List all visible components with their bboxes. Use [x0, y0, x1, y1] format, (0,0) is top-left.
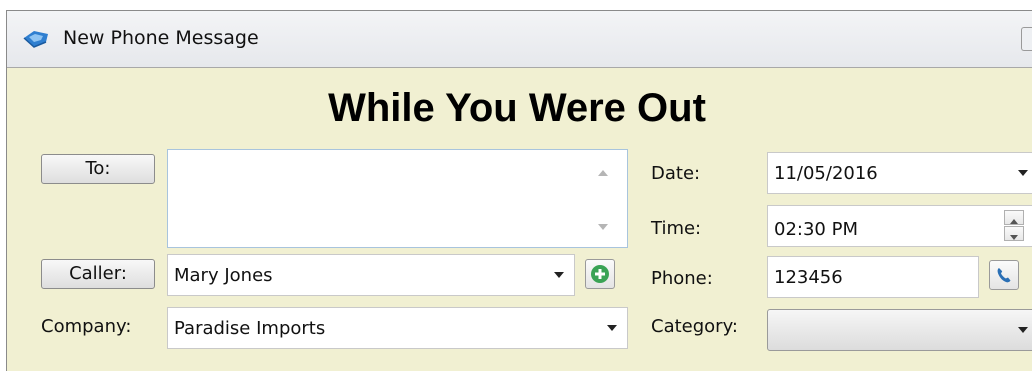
phone-message-icon — [23, 31, 48, 48]
title-bar: New Phone Message — [7, 11, 1032, 68]
form-heading: While You Were Out — [328, 86, 706, 130]
window-title: New Phone Message — [63, 27, 259, 49]
scroll-down-icon[interactable] — [598, 224, 608, 230]
to-button[interactable]: To: — [41, 154, 155, 184]
company-label: Company: — [41, 316, 132, 337]
date-value: 11/05/2016 — [774, 163, 878, 184]
date-label: Date: — [651, 163, 701, 184]
chevron-down-icon — [554, 272, 564, 278]
spin-up-button[interactable] — [1004, 210, 1024, 225]
scroll-up-icon[interactable] — [598, 170, 608, 176]
time-value: 02:30 PM — [774, 219, 858, 240]
caller-select[interactable]: Mary Jones — [167, 254, 575, 296]
phone-message-window: New Phone Message While You Were Out To:… — [6, 10, 1032, 371]
chevron-down-icon — [1018, 327, 1028, 333]
phone-input[interactable]: 123456 — [767, 256, 979, 298]
company-value: Paradise Imports — [174, 318, 326, 339]
dial-phone-button[interactable] — [989, 260, 1019, 290]
category-label: Category: — [651, 316, 738, 337]
chevron-down-icon — [607, 325, 617, 331]
category-select[interactable] — [767, 309, 1032, 351]
add-caller-button[interactable] — [585, 259, 615, 289]
caret-down-icon — [1010, 235, 1018, 240]
plus-circle-icon — [591, 265, 609, 283]
chevron-down-icon[interactable] — [1018, 170, 1028, 176]
phone-icon — [997, 268, 1011, 283]
company-select[interactable]: Paradise Imports — [167, 307, 628, 349]
to-button-label: To: — [85, 158, 111, 179]
window-control-edge[interactable] — [1021, 27, 1032, 51]
to-recipients-field[interactable] — [167, 149, 628, 248]
spin-down-button[interactable] — [1004, 226, 1024, 241]
caller-button[interactable]: Caller: — [41, 259, 155, 289]
time-field[interactable]: 02:30 PM — [767, 205, 1032, 247]
phone-label: Phone: — [651, 268, 713, 289]
caller-button-label: Caller: — [69, 263, 127, 284]
date-picker[interactable]: 11/05/2016 — [767, 152, 1032, 194]
phone-value: 123456 — [774, 267, 843, 288]
caller-value: Mary Jones — [174, 265, 273, 286]
time-label: Time: — [651, 218, 702, 239]
